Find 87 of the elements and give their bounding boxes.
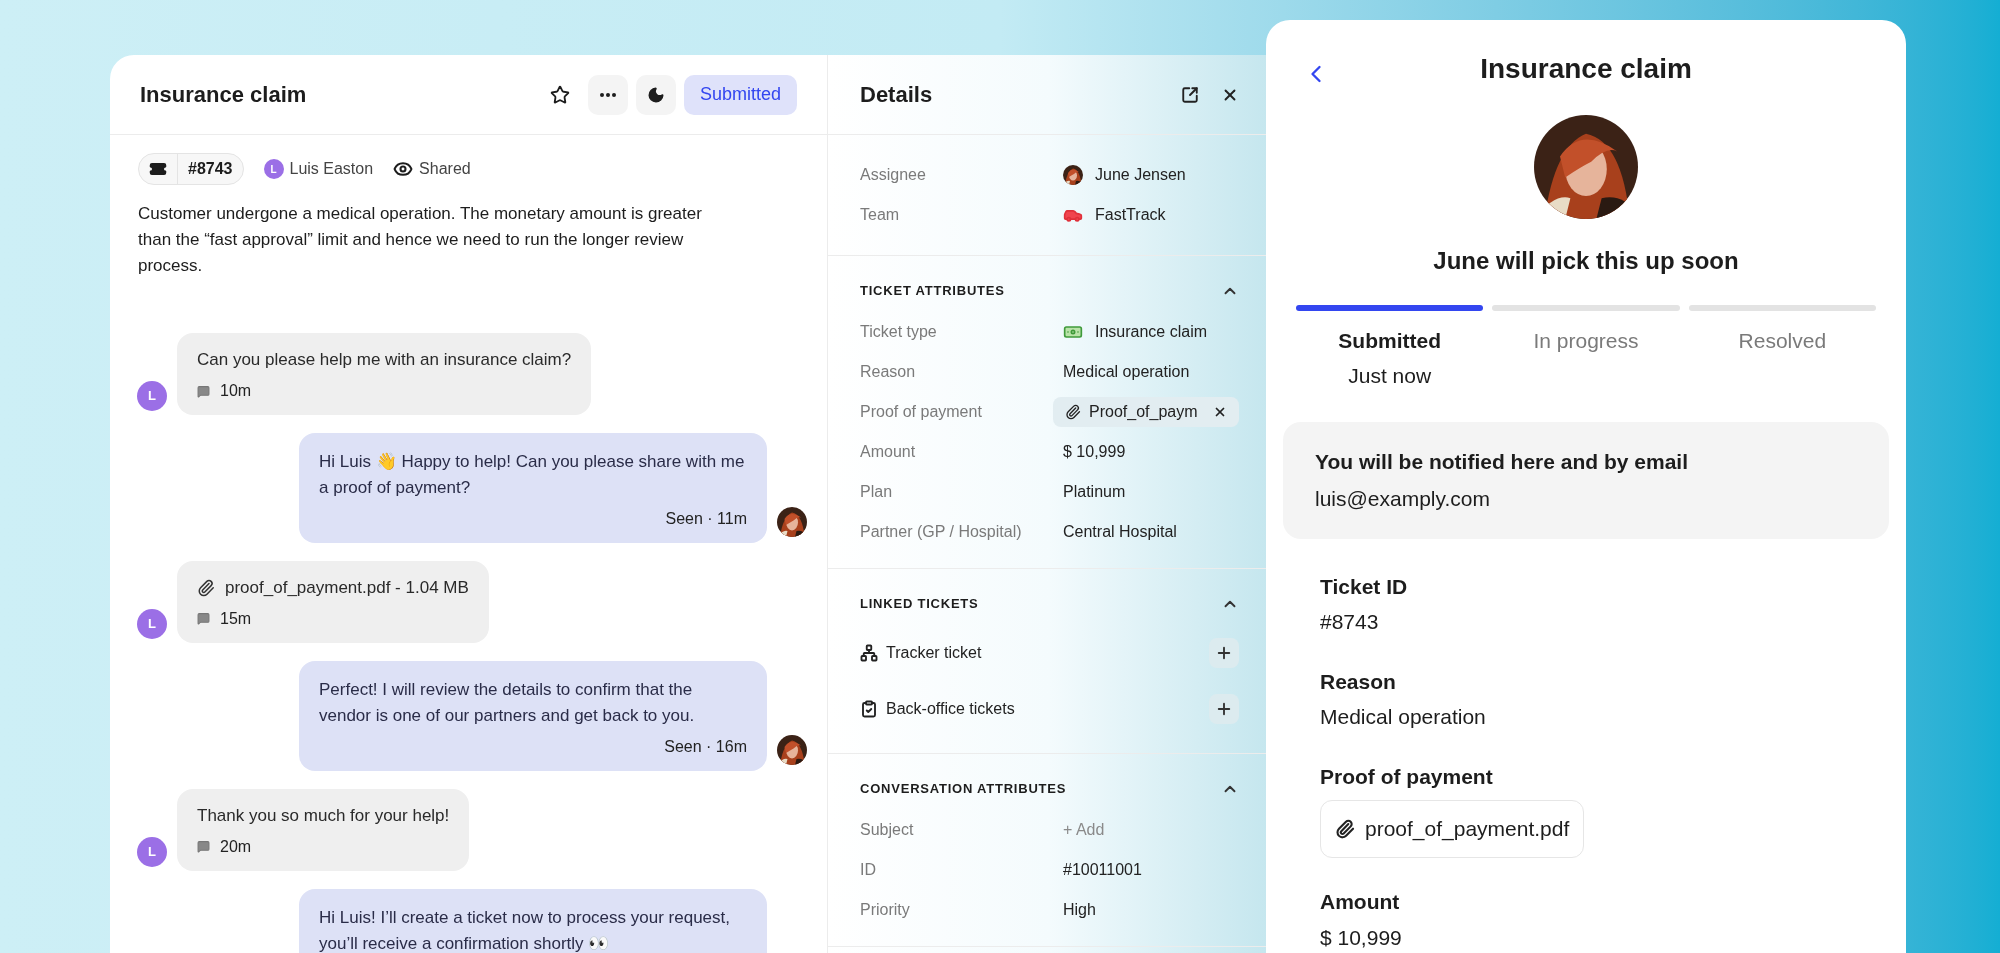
chat-icon xyxy=(197,384,210,398)
moon-icon xyxy=(646,85,665,104)
paperclip-icon xyxy=(1335,819,1355,839)
attribute-label: Reason xyxy=(860,362,917,382)
ticket-description: Customer undergone a medical operation. The monetary amount is greater than the “fast approval” limit and hence we need to run the longer review process. xyxy=(137,203,703,277)
message-text: Can you please help me with an insurance claim? xyxy=(197,349,572,371)
message-text: Perfect! I will review the details to confirm that the vendor is one of our partners and get back to you. xyxy=(319,678,696,727)
ticket-icon xyxy=(149,160,167,178)
linked-ticket-label: Back-office tickets xyxy=(886,699,1015,719)
attribute-value: FastTrack xyxy=(1095,205,1166,225)
attribute-label: Assignee xyxy=(860,165,927,185)
attribute-label: Plan xyxy=(860,482,894,502)
open-external-icon[interactable] xyxy=(1181,85,1199,104)
message-text: Thank you so much for your help! xyxy=(197,804,450,827)
avatar: L xyxy=(137,608,167,639)
step-time: Just now xyxy=(1348,363,1432,389)
attachment-chip[interactable]: proof_of_payment.pdf xyxy=(1320,800,1585,858)
field-value: #8743 xyxy=(1320,609,1380,635)
eye-icon xyxy=(393,159,414,179)
attribute-value: Medical operation xyxy=(1063,362,1190,382)
add-button[interactable] xyxy=(1209,638,1239,668)
file-name: proof_of_payment.pdf xyxy=(1365,816,1570,843)
step-label[interactable]: Resolved xyxy=(1738,324,1827,356)
attribute-label: Team xyxy=(860,205,901,225)
visibility-label: Shared xyxy=(419,159,471,179)
attribute-label: Subject xyxy=(860,820,915,840)
file-name[interactable]: proof_of_payment.pdf - 1.04 MB xyxy=(225,575,469,601)
attribute-value: Insurance claim xyxy=(1095,322,1208,342)
message-time: 15m xyxy=(220,608,252,629)
attribute-value: Central Hospital xyxy=(1063,522,1177,542)
status-button[interactable]: Submitted xyxy=(683,74,797,115)
field-label: Reason xyxy=(1320,668,1397,695)
paperclip-icon xyxy=(197,578,215,597)
more-icon xyxy=(599,92,616,97)
hierarchy-icon xyxy=(860,644,878,662)
attribute-label: Amount xyxy=(860,442,917,462)
message-text: Hi Luis! I’ll create a ticket now to process your request, you’ll receive a confirmation shortly 👀 xyxy=(319,906,731,953)
attribute-value: High xyxy=(1063,900,1096,920)
portal-title: Insurance claim xyxy=(1480,52,1692,87)
notice-email: luis@examply.com xyxy=(1315,486,1491,512)
attachment-chip[interactable]: Proof_of_paym xyxy=(1053,397,1239,427)
message-time: 20m xyxy=(220,836,252,857)
avatar: L xyxy=(263,159,284,179)
plus-icon xyxy=(1215,700,1233,718)
plus-icon xyxy=(1215,644,1233,662)
attribute-label: Proof of payment xyxy=(860,402,983,422)
message-status: Seen · 11m xyxy=(664,509,747,529)
chat-icon xyxy=(197,840,210,853)
snooze-button[interactable] xyxy=(635,74,676,115)
paperclip-icon xyxy=(1065,404,1081,420)
avatar: L xyxy=(137,836,167,867)
clipboard-icon xyxy=(860,700,878,718)
attribute-label: ID xyxy=(860,860,877,880)
portal-headline: June will pick this up soon xyxy=(1433,245,1739,276)
field-value: Medical operation xyxy=(1320,704,1487,730)
field-label: Ticket ID xyxy=(1320,573,1409,600)
field-label: Amount xyxy=(1320,889,1401,915)
attribute-value: #10011001 xyxy=(1063,860,1142,880)
section-heading: CONVERSATION ATTRIBUTES xyxy=(860,780,1067,799)
attribute-value: Platinum xyxy=(1063,482,1126,502)
add-button[interactable] xyxy=(1209,694,1239,724)
attribute-value: $ 10,999 xyxy=(1063,442,1126,462)
attribute-label: Priority xyxy=(860,900,911,920)
notice-title: You will be notified here and by email xyxy=(1315,448,1689,475)
step-label[interactable]: Submitted xyxy=(1338,324,1441,356)
attribute-label: Ticket type xyxy=(860,322,938,342)
attribute-label: Partner (GP / Hospital) xyxy=(860,522,1023,542)
linked-ticket-label: Tracker ticket xyxy=(886,643,982,663)
chat-icon xyxy=(197,612,210,625)
message-text: Hi Luis 👋 Happy to help! Can you please share with me a proof of payment? xyxy=(319,451,746,499)
section-heading: LINKED TICKETS xyxy=(860,595,979,614)
requester-name[interactable]: Luis Easton xyxy=(289,157,374,181)
section-heading: TICKET ATTRIBUTES xyxy=(860,282,1005,301)
file-name: Proof_of_paym xyxy=(1089,402,1198,422)
field-label: Proof of payment xyxy=(1320,763,1494,790)
message-time: 10m xyxy=(220,381,252,401)
attribute-value: June Jensen xyxy=(1095,165,1186,185)
panel-title: Details xyxy=(860,81,933,109)
ticket-title: Insurance claim xyxy=(140,81,307,109)
field-value: $ 10,999 xyxy=(1320,924,1403,951)
step-label[interactable]: In progress xyxy=(1533,324,1639,356)
avatar: L xyxy=(137,381,167,411)
more-button[interactable] xyxy=(587,74,628,115)
remove-icon[interactable] xyxy=(1213,405,1227,419)
ticket-id: #8743 xyxy=(187,159,234,179)
star-icon xyxy=(549,84,570,105)
message-status: Seen · 16m xyxy=(663,736,747,757)
